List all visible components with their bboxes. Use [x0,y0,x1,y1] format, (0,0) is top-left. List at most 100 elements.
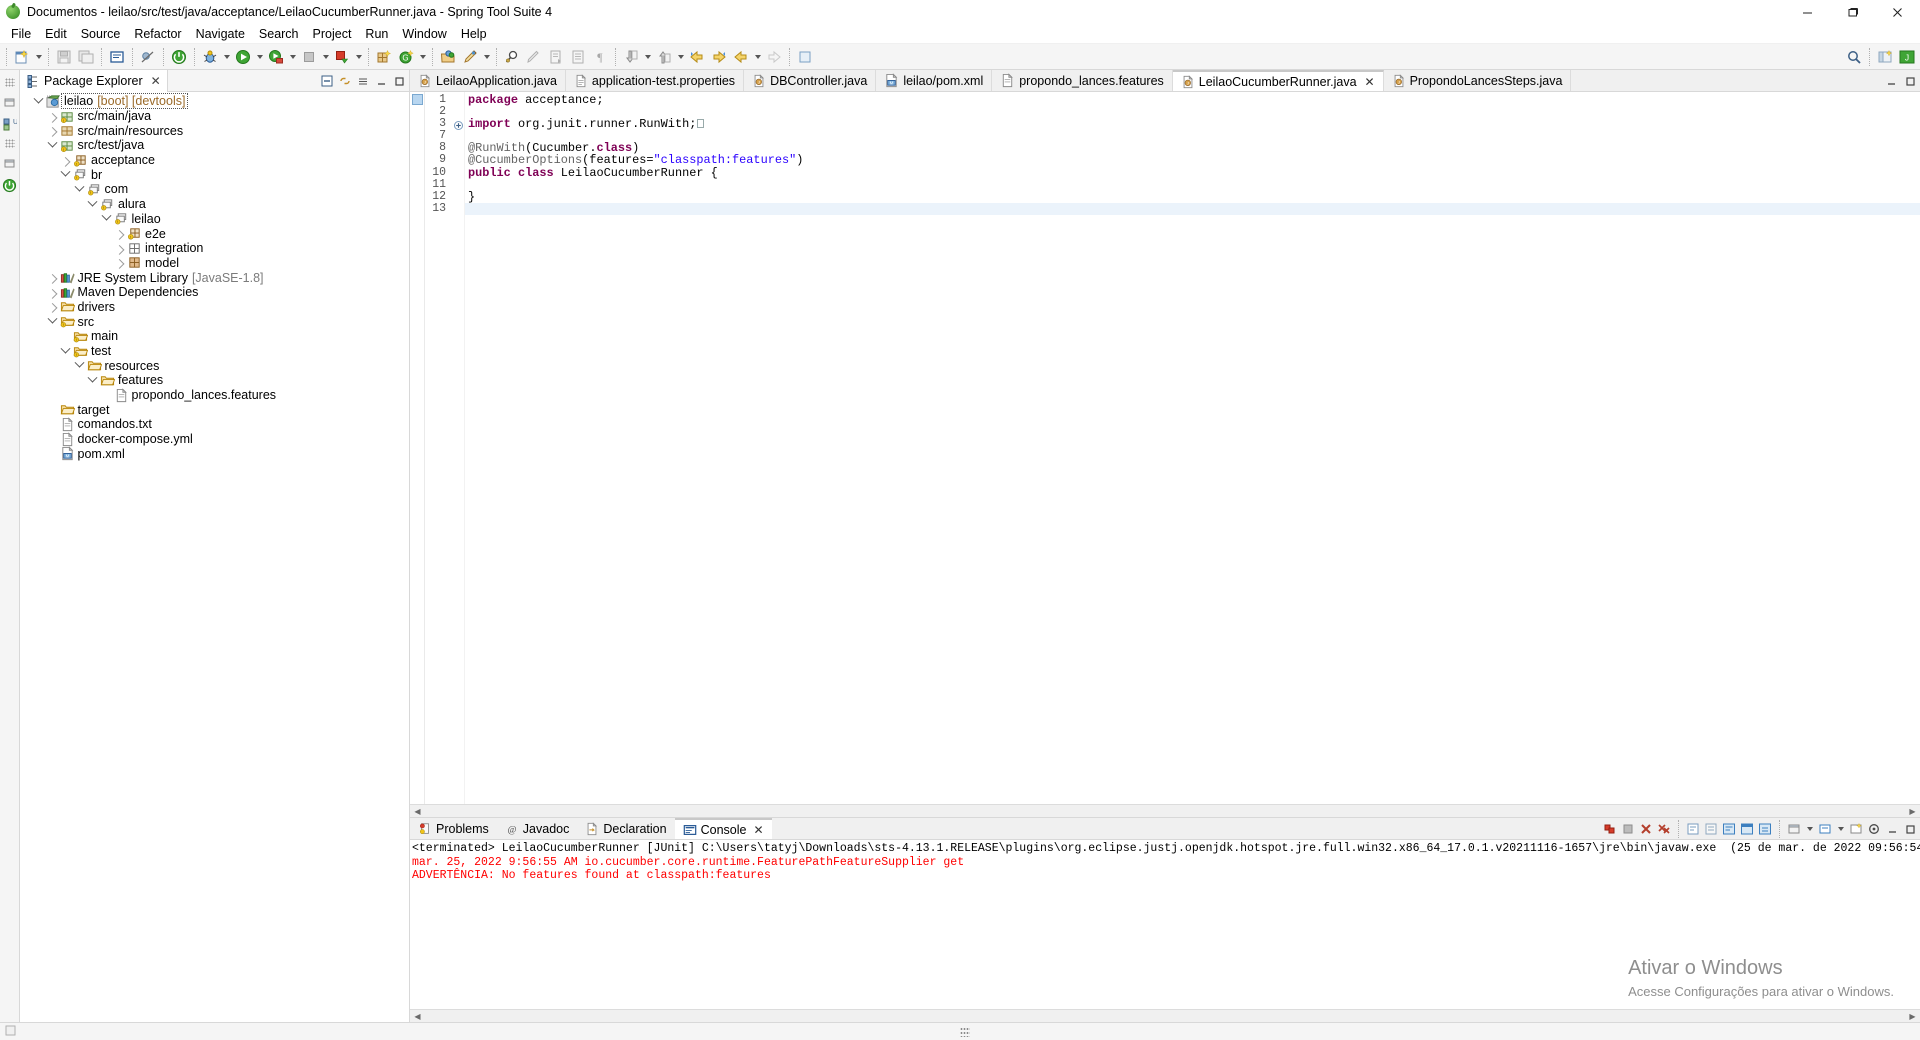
display-console-dropdown[interactable] [1804,818,1815,840]
run-coverage-icon[interactable] [265,46,287,68]
maximize-icon[interactable] [1902,820,1918,838]
remove-all-terminated-icon[interactable] [1656,820,1672,838]
terminate-icon[interactable] [1620,820,1636,838]
back-history-dropdown[interactable] [752,46,763,68]
git-dropdown[interactable] [417,46,428,68]
project-tree[interactable]: Mleilao [boot] [devtools]! src/main/java sr… [20,92,409,1022]
tree-item-alura[interactable]: ! alura [20,197,409,212]
terminate-relaunch-dropdown[interactable] [353,46,364,68]
folded-imports-icon[interactable] [697,119,705,129]
console-view-menu-icon[interactable] [1866,820,1882,838]
debug-dropdown[interactable] [221,46,232,68]
chevron-down-icon[interactable] [59,344,72,358]
tree-item-propondo-lances-features[interactable]: propondo_lances.features [20,387,409,403]
scroll-lock-icon[interactable] [1703,820,1719,838]
next-edit-dropdown[interactable] [642,46,653,68]
rail-drag-handle[interactable] [4,78,15,87]
clear-console-icon[interactable] [1685,820,1701,838]
package-explorer-rail-icon[interactable]: U [2,116,18,132]
code-line-import[interactable]: import org.junit.runner.RunWith; [465,118,1920,130]
tree-item-jre-system-library[interactable]: JRE System Library [JavaSE-1.8] [20,270,409,285]
view-menu-icon[interactable] [355,72,371,90]
scroll-left-icon[interactable]: ◀ [412,1011,423,1022]
maximize-icon[interactable] [391,72,407,90]
tree-item-docker-compose-yml[interactable]: docker-compose.yml [20,431,409,447]
close-icon[interactable]: ✕ [151,74,161,88]
run-icon[interactable] [232,46,254,68]
menu-help[interactable]: Help [454,25,494,43]
close-icon[interactable]: ✕ [1365,75,1375,89]
chevron-down-icon[interactable] [73,359,86,373]
folded-imports-icon[interactable] [454,118,463,130]
open-console-icon[interactable] [106,46,128,68]
chevron-right-icon[interactable] [46,109,59,123]
bottom-tab-declaration[interactable]: Declaration [577,818,674,839]
save-all-icon[interactable] [75,46,97,68]
resize-grip-icon[interactable] [960,1027,970,1037]
previous-annotation-icon[interactable] [567,46,589,68]
java-editor[interactable]: 1 2 3 7 8 9 10 11 12 13 package acceptance; import… [410,92,1920,804]
tree-item-features[interactable]: features [20,373,409,388]
chevron-down-icon[interactable] [59,168,72,182]
open-task-dropdown[interactable] [481,46,492,68]
chevron-right-icon[interactable] [46,285,59,299]
tree-item-acceptance[interactable]: ! acceptance [20,153,409,168]
open-perspective-icon[interactable] [1874,46,1896,68]
code-line-1[interactable]: package acceptance; [465,94,1920,106]
bottom-tab-javadoc[interactable]: @ Javadoc [497,818,578,839]
editor-tab-application-test-properties[interactable]: application-test.properties [565,70,745,91]
menu-file[interactable]: File [4,25,38,43]
chevron-down-icon[interactable] [86,373,99,387]
editor-tab-leilao-pom-xml[interactable]: Mleilao/pom.xml [876,70,993,91]
bottom-tab-console[interactable]: Console ✕ [674,818,772,839]
run-dropdown[interactable] [254,46,265,68]
remove-launch-icon[interactable] [1638,820,1654,838]
console-output[interactable]: <terminated> LeilaoCucumberRunner [JUnit… [410,840,1920,1009]
link-with-editor-icon[interactable] [337,72,353,90]
editor-tab-leilaoapplication-java[interactable]: J LeilaoApplication.java [410,70,566,91]
menu-run[interactable]: Run [358,25,395,43]
next-annotation-icon[interactable] [545,46,567,68]
minimize-icon[interactable] [1883,72,1899,90]
open-console-dropdown[interactable] [1835,818,1846,840]
stop-icon[interactable] [298,46,320,68]
new-java-package-icon[interactable] [373,46,395,68]
tree-item-src[interactable]: ! src [20,314,409,329]
tree-item-model[interactable]: model [20,256,409,271]
open-console-icon[interactable] [1817,820,1833,838]
chevron-right-icon[interactable] [46,124,59,138]
back-history-icon[interactable] [730,46,752,68]
chevron-down-icon[interactable] [32,94,45,108]
search-icon[interactable] [501,46,523,68]
restore-perspective-icon[interactable] [794,46,816,68]
tree-item-resources[interactable]: resources [20,358,409,373]
code-line-10[interactable]: public class LeilaoCucumberRunner { [465,167,1920,179]
chevron-right-icon[interactable] [113,241,126,255]
close-icon[interactable]: ✕ [753,823,763,837]
back-icon[interactable] [686,46,708,68]
new-wizard-icon[interactable] [11,46,33,68]
menu-navigate[interactable]: Navigate [189,25,252,43]
terminate-all-icon[interactable] [1602,820,1618,838]
tree-item-drivers[interactable]: drivers [20,300,409,315]
tree-item-leilao[interactable]: Mleilao [boot] [devtools] [20,93,409,110]
scroll-right-icon[interactable]: ▶ [1907,806,1918,817]
menu-window[interactable]: Window [395,25,453,43]
pin-console-icon[interactable] [1757,820,1773,838]
debug-icon[interactable] [199,46,221,68]
boot-dashboard-icon[interactable] [168,46,190,68]
run-coverage-dropdown[interactable] [287,46,298,68]
chevron-right-icon[interactable] [113,227,126,241]
tab-package-explorer[interactable]: Package Explorer ✕ [20,69,168,92]
chevron-right-icon[interactable] [46,300,59,314]
stop-dropdown[interactable] [320,46,331,68]
code-line-7[interactable] [465,130,1920,142]
word-wrap-icon[interactable] [1721,820,1737,838]
bottom-tab-problems[interactable]: Problems [410,818,497,839]
forward-icon[interactable] [708,46,730,68]
menu-refactor[interactable]: Refactor [127,25,188,43]
menu-edit[interactable]: Edit [38,25,74,43]
tree-item-pom-xml[interactable]: Mpom.xml [20,446,409,462]
open-task-icon[interactable] [459,46,481,68]
menu-project[interactable]: Project [306,25,359,43]
